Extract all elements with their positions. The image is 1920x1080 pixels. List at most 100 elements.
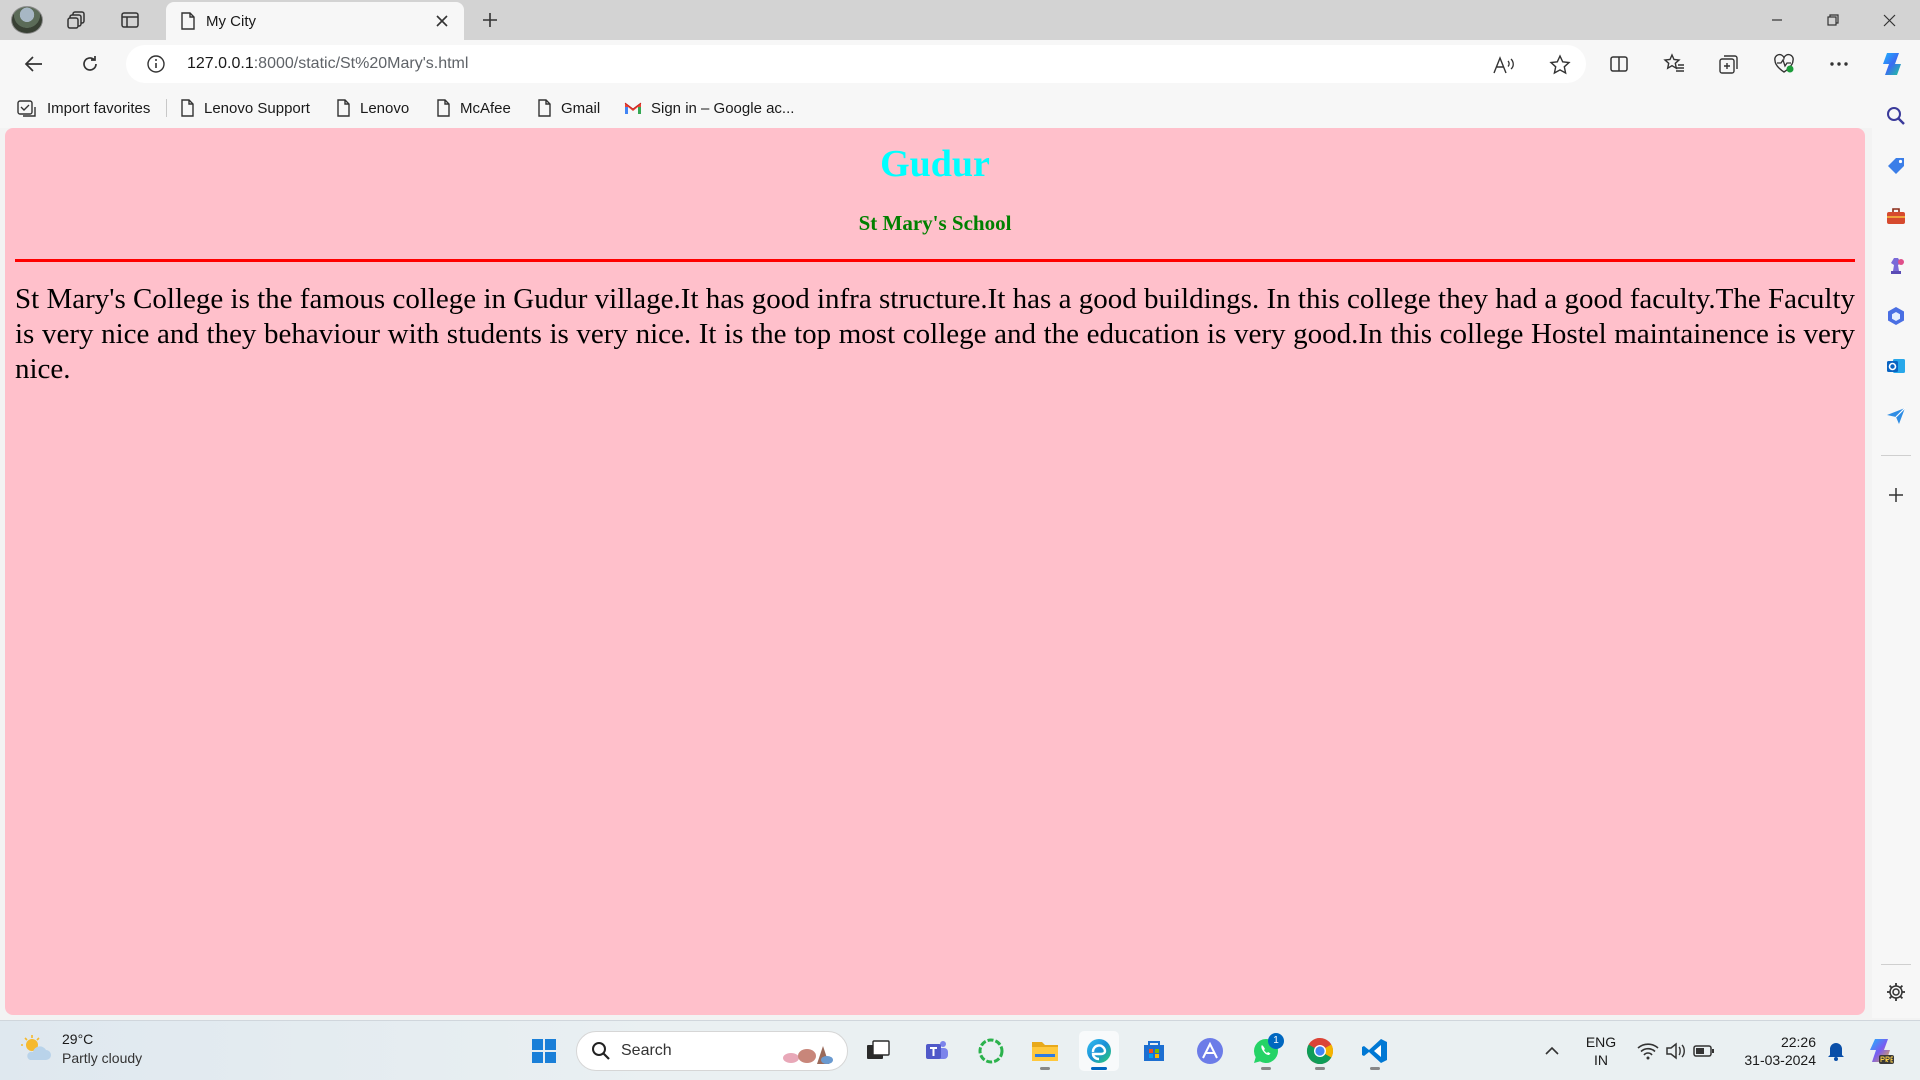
browser-toolbar: 127.0.0.1:8000/static/St%20Mary's.html [0, 40, 1920, 88]
microsoft365-icon [1888, 307, 1904, 325]
browser-essentials-button[interactable] [1766, 46, 1802, 82]
plus-icon [483, 13, 497, 27]
refresh-button[interactable] [72, 46, 108, 82]
address-bar[interactable]: 127.0.0.1:8000/static/St%20Mary's.html [126, 45, 1586, 83]
clock-time: 22:26 [1780, 1034, 1816, 1050]
notifications-button[interactable] [1824, 1031, 1848, 1071]
edge-icon [1087, 1039, 1111, 1063]
chrome-button[interactable] [1300, 1031, 1340, 1071]
task-view-icon [867, 1040, 890, 1059]
vscode-icon [1362, 1039, 1387, 1063]
workspaces-button[interactable] [60, 4, 94, 36]
minimize-icon [1772, 19, 1782, 21]
quick-settings-button[interactable] [1634, 1031, 1718, 1071]
url-path: :8000/static/St%20Mary's.html [253, 55, 469, 72]
profile-avatar[interactable] [11, 6, 43, 34]
favorite-label: Lenovo Support [204, 99, 310, 117]
settings-more-button[interactable] [1821, 46, 1857, 82]
weather-widget[interactable]: 29°C Partly cloudy [20, 1030, 142, 1068]
tab-strip: My City [0, 0, 1920, 40]
page-subheading: St Mary's School [858, 211, 1012, 235]
favorites-divider [166, 99, 167, 117]
favorite-label: Lenovo [360, 99, 410, 117]
arc-app-button[interactable] [1190, 1031, 1230, 1071]
read-aloud-button[interactable] [1493, 54, 1515, 76]
edge-sidebar [1872, 88, 1920, 1018]
microsoft-store-button[interactable] [1134, 1031, 1174, 1071]
windows-taskbar: 29°C Partly cloudy Search 1 ENG IN 22:26… [0, 1020, 1920, 1080]
vscode-button[interactable] [1355, 1031, 1395, 1071]
search-icon [1887, 107, 1905, 125]
favorite-gmail[interactable]: Gmail [537, 96, 600, 120]
favorite-mcafee[interactable]: McAfee [436, 96, 511, 120]
search-label: Search [621, 1042, 672, 1059]
refresh-icon [83, 56, 97, 71]
show-hidden-icons-button[interactable] [1540, 1031, 1564, 1071]
favorite-import-favorites[interactable]: Import favorites [16, 96, 150, 120]
tab-actions-icon [121, 12, 139, 28]
page-heading: Gudur [880, 143, 990, 185]
collections-button[interactable] [1711, 46, 1747, 82]
favorite-google-sign-in[interactable]: Sign in – Google ac... [624, 96, 794, 120]
page-viewport: Gudur St Mary's School St Mary's College… [5, 128, 1865, 1015]
favorite-lenovo-support[interactable]: Lenovo Support [180, 96, 310, 120]
read-aloud-icon [1493, 56, 1514, 74]
task-view-button[interactable] [858, 1031, 898, 1071]
teams-button[interactable] [917, 1031, 957, 1071]
split-screen-button[interactable] [1601, 46, 1637, 82]
sidebar-divider [1881, 964, 1911, 965]
edge-taskbar-button[interactable] [1079, 1031, 1119, 1071]
start-button[interactable] [524, 1031, 564, 1071]
whatsapp-button[interactable]: 1 [1246, 1031, 1286, 1071]
gear-icon [1887, 983, 1905, 1001]
battery-icon [1693, 1045, 1714, 1057]
bell-icon [1828, 1043, 1844, 1061]
new-tab-button[interactable] [474, 6, 506, 34]
gmail-icon [624, 102, 642, 114]
web-page: Gudur St Mary's School St Mary's College… [5, 142, 1865, 387]
shopping-tag-icon [1888, 158, 1904, 174]
sidebar-microsoft365-button[interactable] [1882, 302, 1910, 330]
copilot-icon [1883, 53, 1901, 75]
restore-button[interactable] [1805, 0, 1861, 40]
favorites-button[interactable] [1656, 46, 1692, 82]
copilot-button[interactable] [1874, 46, 1910, 82]
star-outline-icon [1549, 54, 1571, 75]
tab-my-city[interactable]: My City [166, 2, 464, 40]
circle-app-button[interactable] [971, 1031, 1011, 1071]
sidebar-add-button[interactable] [1882, 481, 1910, 509]
plus-icon [1889, 488, 1903, 502]
tab-actions-button[interactable] [113, 4, 147, 36]
sidebar-send-button[interactable] [1882, 402, 1910, 430]
sidebar-outlook-button[interactable] [1882, 352, 1910, 380]
favorite-label: Sign in – Google ac... [651, 99, 795, 117]
collections-icon [1719, 55, 1738, 74]
back-button[interactable] [16, 46, 52, 82]
minimize-button[interactable] [1749, 0, 1805, 40]
sidebar-tools-button[interactable] [1882, 202, 1910, 230]
sidebar-games-button[interactable] [1882, 252, 1910, 280]
tab-title: My City [206, 12, 256, 30]
mountain-a-icon [1197, 1038, 1223, 1064]
favorite-lenovo[interactable]: Lenovo [336, 96, 409, 120]
clock-button[interactable]: 22:26 31-03-2024 [1728, 1031, 1816, 1071]
url-text[interactable]: 127.0.0.1:8000/static/St%20Mary's.html [187, 55, 468, 73]
restore-icon [1827, 14, 1839, 26]
close-window-button[interactable] [1861, 0, 1917, 40]
tab-close-button[interactable] [432, 11, 452, 31]
sidebar-divider [1881, 455, 1911, 456]
file-explorer-button[interactable] [1025, 1031, 1065, 1071]
sidebar-shopping-button[interactable] [1882, 152, 1910, 180]
store-icon [1144, 1041, 1164, 1061]
copilot-taskbar-button[interactable] [1862, 1031, 1898, 1071]
sidebar-search-button[interactable] [1882, 102, 1910, 130]
favorite-star-button[interactable] [1549, 54, 1571, 76]
input-language-button[interactable]: ENG IN [1578, 1031, 1624, 1071]
site-info-icon[interactable] [146, 54, 166, 74]
outlook-icon [1887, 359, 1905, 373]
red-horizontal-rule [15, 259, 1855, 262]
taskbar-search-box[interactable]: Search [576, 1031, 848, 1071]
sidebar-settings-button[interactable] [1882, 978, 1910, 1006]
notification-badge: 1 [1268, 1033, 1284, 1049]
running-indicator [1091, 1067, 1107, 1070]
